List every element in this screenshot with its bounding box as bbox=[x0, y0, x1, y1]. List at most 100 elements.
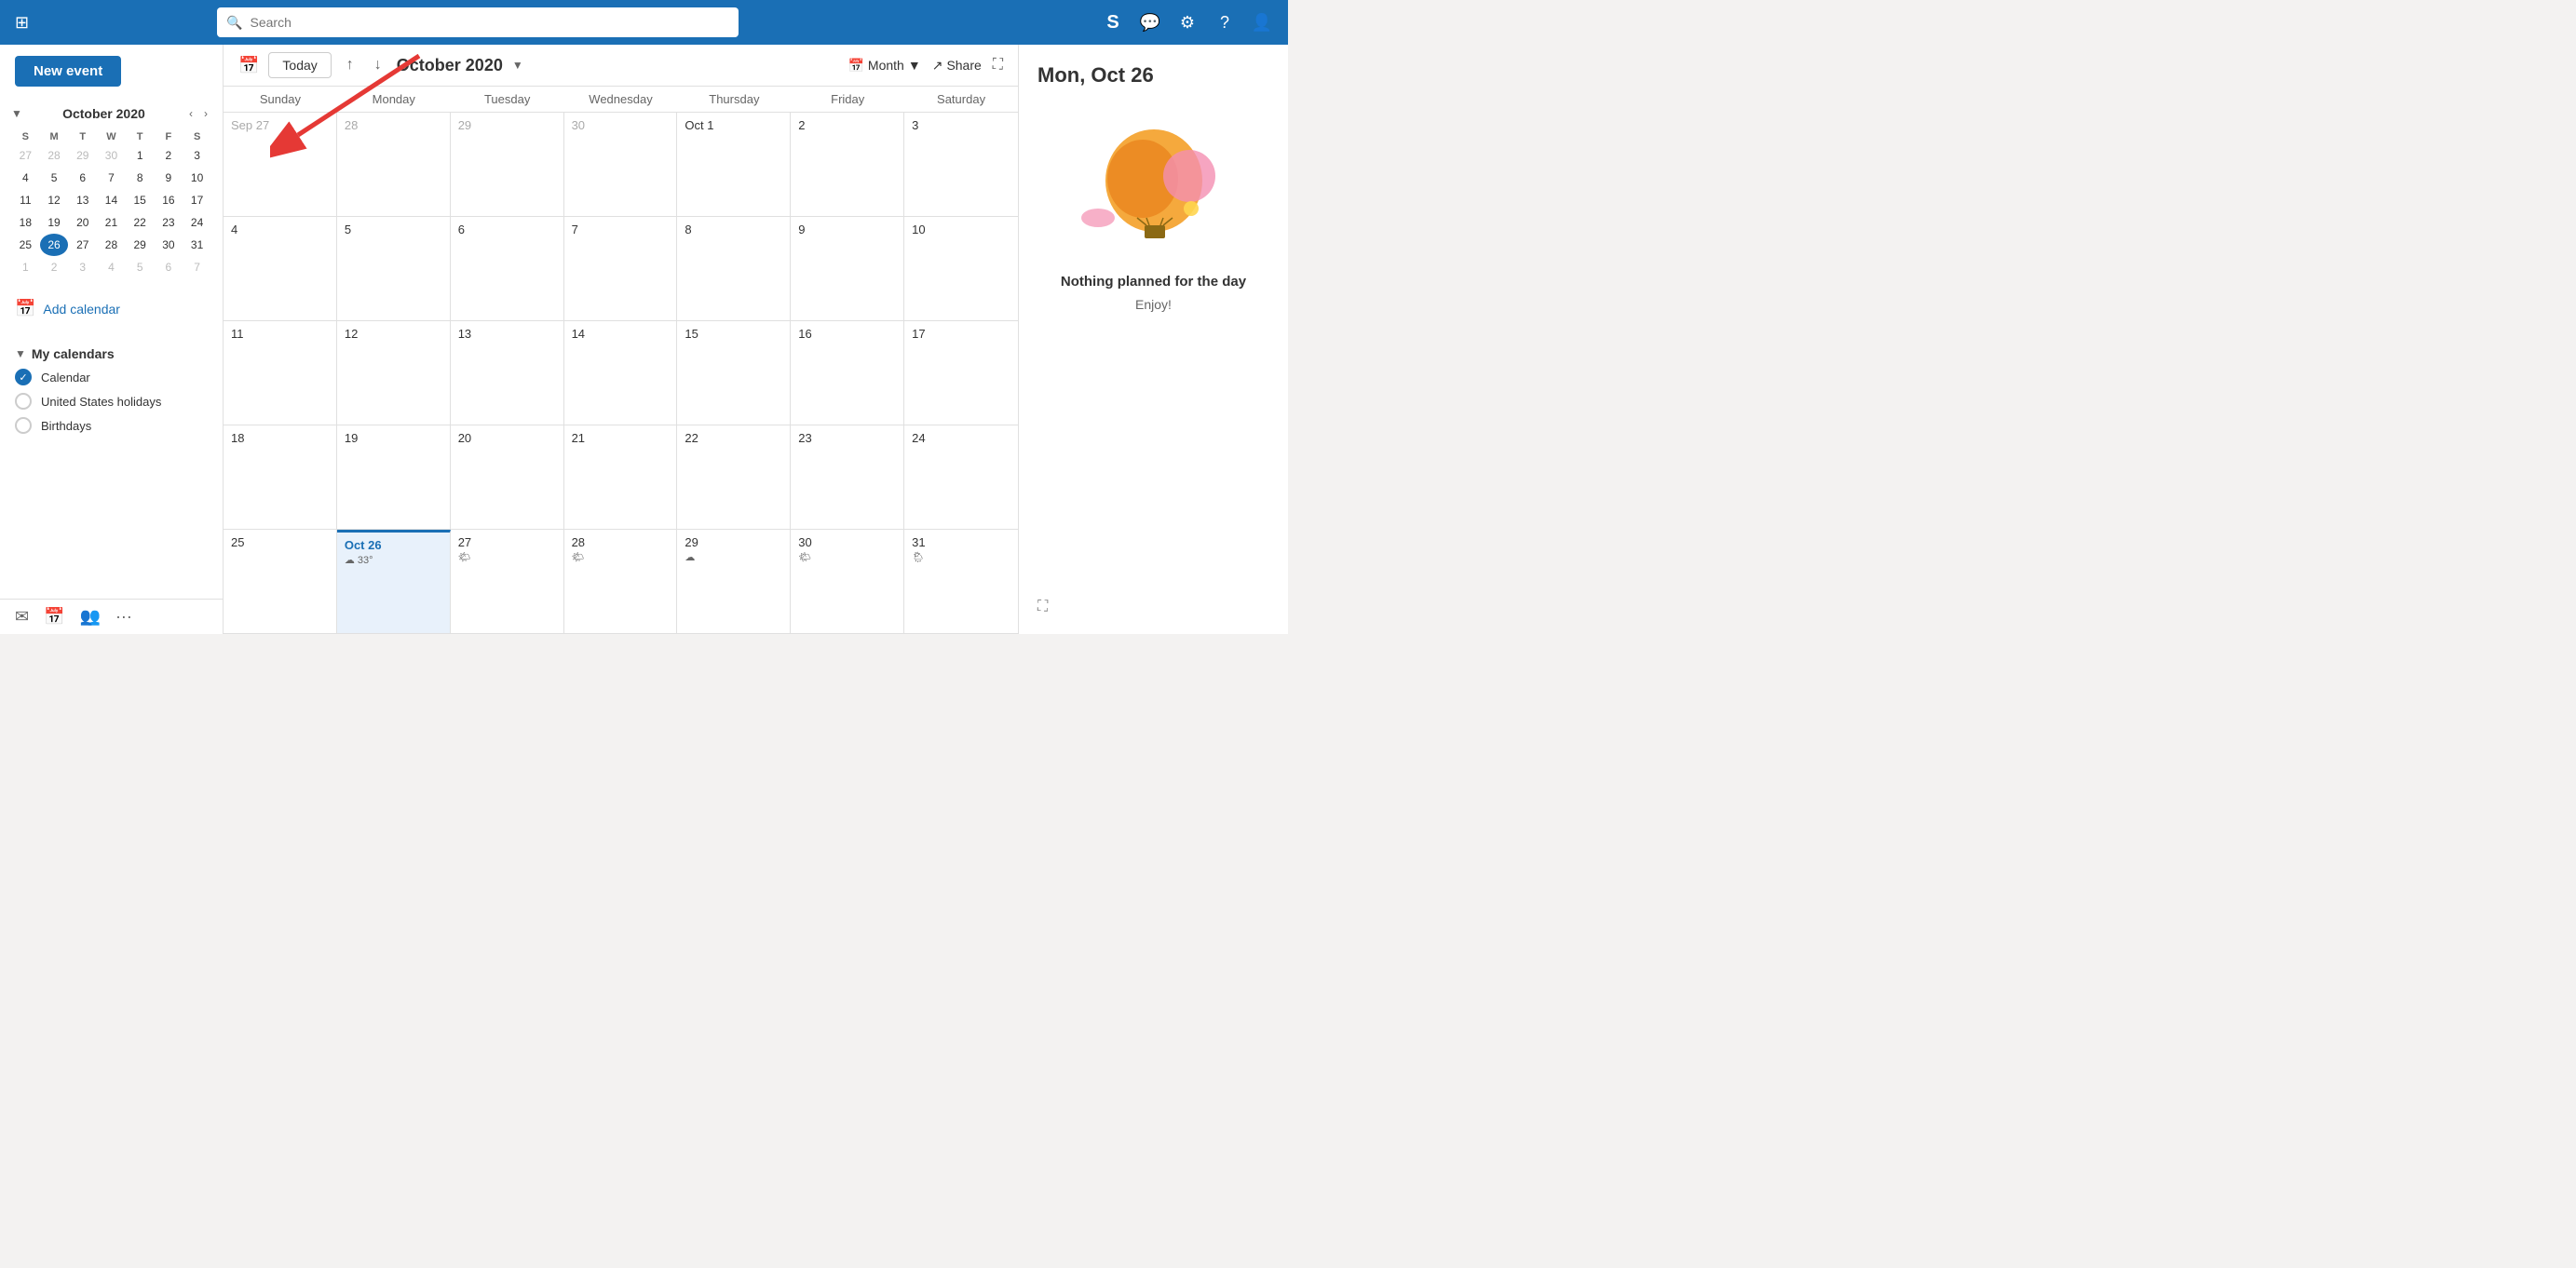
today-button[interactable]: Today bbox=[268, 52, 331, 78]
day-cell[interactable]: 25 bbox=[224, 530, 337, 633]
mini-cal-day[interactable]: 7 bbox=[183, 256, 211, 278]
mini-cal-day[interactable]: 29 bbox=[126, 234, 155, 256]
month-title[interactable]: October 2020 bbox=[397, 56, 503, 75]
calendar-nav-icon[interactable]: 📅 bbox=[44, 607, 64, 627]
day-cell[interactable]: 19 bbox=[337, 425, 451, 529]
mini-cal-day[interactable]: 5 bbox=[40, 167, 69, 189]
mini-cal-day[interactable]: 27 bbox=[68, 234, 97, 256]
mail-nav-icon[interactable]: ✉ bbox=[15, 607, 29, 627]
day-cell[interactable]: 28🌤 bbox=[564, 530, 678, 633]
mini-cal-day[interactable]: 6 bbox=[155, 256, 183, 278]
day-cell[interactable]: 4 bbox=[224, 217, 337, 320]
calendar-item[interactable]: Birthdays bbox=[15, 413, 208, 438]
mini-cal-day[interactable]: 18 bbox=[11, 211, 40, 234]
mini-cal-day[interactable]: 28 bbox=[97, 234, 126, 256]
mini-cal-day[interactable]: 4 bbox=[97, 256, 126, 278]
mini-cal-day[interactable]: 12 bbox=[40, 189, 69, 211]
day-cell[interactable]: 31🌦 bbox=[904, 530, 1018, 633]
mini-cal-day[interactable]: 21 bbox=[97, 211, 126, 234]
my-calendars-header[interactable]: ▼ My calendars bbox=[15, 339, 208, 365]
search-bar[interactable]: 🔍 bbox=[217, 7, 739, 37]
feedback-icon[interactable]: 💬 bbox=[1135, 7, 1165, 37]
mini-cal-day[interactable]: 16 bbox=[155, 189, 183, 211]
day-cell[interactable]: 12 bbox=[337, 321, 451, 425]
day-cell[interactable]: 20 bbox=[451, 425, 564, 529]
day-cell[interactable]: 10 bbox=[904, 217, 1018, 320]
calendar-item[interactable]: United States holidays bbox=[15, 389, 208, 413]
day-cell[interactable]: 9 bbox=[791, 217, 904, 320]
more-nav-icon[interactable]: ··· bbox=[115, 607, 132, 627]
mini-cal-day[interactable]: 3 bbox=[183, 144, 211, 167]
day-cell[interactable]: 30🌤 bbox=[791, 530, 904, 633]
new-event-button[interactable]: New event bbox=[15, 56, 121, 87]
mini-cal-day[interactable]: 1 bbox=[11, 256, 40, 278]
mini-cal-day[interactable]: 17 bbox=[183, 189, 211, 211]
day-cell[interactable]: 7 bbox=[564, 217, 678, 320]
people-nav-icon[interactable]: 👥 bbox=[80, 607, 101, 627]
skype-icon[interactable]: S bbox=[1098, 7, 1128, 37]
mini-cal-next[interactable]: › bbox=[200, 105, 211, 122]
mini-cal-day[interactable]: 28 bbox=[40, 144, 69, 167]
mini-cal-day[interactable]: 4 bbox=[11, 167, 40, 189]
mini-cal-day[interactable]: 5 bbox=[126, 256, 155, 278]
mini-cal-day[interactable]: 20 bbox=[68, 211, 97, 234]
help-icon[interactable]: ? bbox=[1210, 7, 1240, 37]
mini-cal-day[interactable]: 3 bbox=[68, 256, 97, 278]
month-dropdown-icon[interactable]: ▼ bbox=[512, 59, 523, 72]
grid-icon[interactable]: ⊞ bbox=[11, 9, 33, 36]
mini-cal-day[interactable]: 22 bbox=[126, 211, 155, 234]
day-cell[interactable]: 22 bbox=[677, 425, 791, 529]
view-month-button[interactable]: 📅 Month ▼ bbox=[847, 58, 920, 74]
day-cell[interactable]: 23 bbox=[791, 425, 904, 529]
day-cell[interactable]: 6 bbox=[451, 217, 564, 320]
mini-cal-day[interactable]: 26 bbox=[40, 234, 69, 256]
day-cell[interactable]: 11 bbox=[224, 321, 337, 425]
day-cell[interactable]: 21 bbox=[564, 425, 678, 529]
day-cell[interactable]: 5 bbox=[337, 217, 451, 320]
day-cell[interactable]: 27🌤 bbox=[451, 530, 564, 633]
day-cell[interactable]: 17 bbox=[904, 321, 1018, 425]
mini-cal-day[interactable]: 27 bbox=[11, 144, 40, 167]
mini-cal-day[interactable]: 6 bbox=[68, 167, 97, 189]
day-cell[interactable]: Sep 27 bbox=[224, 113, 337, 216]
day-cell[interactable]: 28 bbox=[337, 113, 451, 216]
mini-cal-day[interactable]: 10 bbox=[183, 167, 211, 189]
day-cell[interactable]: 29☁ bbox=[677, 530, 791, 633]
mini-cal-day[interactable]: 31 bbox=[183, 234, 211, 256]
mini-cal-day[interactable]: 1 bbox=[126, 144, 155, 167]
add-calendar-button[interactable]: 📅 Add calendar bbox=[15, 293, 208, 324]
mini-cal-day[interactable]: 2 bbox=[40, 256, 69, 278]
search-input[interactable] bbox=[251, 15, 730, 30]
day-cell[interactable]: 8 bbox=[677, 217, 791, 320]
mini-cal-day[interactable]: 25 bbox=[11, 234, 40, 256]
mini-cal-day[interactable]: 2 bbox=[155, 144, 183, 167]
day-cell[interactable]: 15 bbox=[677, 321, 791, 425]
mini-cal-day[interactable]: 8 bbox=[126, 167, 155, 189]
mini-cal-prev[interactable]: ‹ bbox=[185, 105, 197, 122]
mini-cal-day[interactable]: 30 bbox=[97, 144, 126, 167]
mini-cal-day[interactable]: 7 bbox=[97, 167, 126, 189]
mini-cal-day[interactable]: 11 bbox=[11, 189, 40, 211]
mini-cal-day[interactable]: 29 bbox=[68, 144, 97, 167]
mini-cal-day[interactable]: 13 bbox=[68, 189, 97, 211]
day-cell[interactable]: 2 bbox=[791, 113, 904, 216]
day-cell[interactable]: 18 bbox=[224, 425, 337, 529]
next-month-button[interactable]: ↓ bbox=[369, 53, 387, 77]
prev-month-button[interactable]: ↑ bbox=[341, 53, 359, 77]
day-cell[interactable]: Oct 26☁ 33° bbox=[337, 530, 451, 633]
day-cell[interactable]: 30 bbox=[564, 113, 678, 216]
mini-cal-day[interactable]: 24 bbox=[183, 211, 211, 234]
expand-icon[interactable]: ⛶ bbox=[993, 57, 1003, 74]
day-cell[interactable]: 14 bbox=[564, 321, 678, 425]
expand-panel-icon[interactable]: ⛶ bbox=[1037, 599, 1048, 614]
mini-cal-day[interactable]: 19 bbox=[40, 211, 69, 234]
mini-cal-day[interactable]: 15 bbox=[126, 189, 155, 211]
mini-cal-day[interactable]: 30 bbox=[155, 234, 183, 256]
mini-cal-day[interactable]: 23 bbox=[155, 211, 183, 234]
settings-icon[interactable]: ⚙ bbox=[1173, 7, 1202, 37]
day-cell[interactable]: Oct 1 bbox=[677, 113, 791, 216]
day-cell[interactable]: 13 bbox=[451, 321, 564, 425]
day-cell[interactable]: 29 bbox=[451, 113, 564, 216]
mini-cal-day[interactable]: 9 bbox=[155, 167, 183, 189]
account-icon[interactable]: 👤 bbox=[1247, 7, 1277, 37]
